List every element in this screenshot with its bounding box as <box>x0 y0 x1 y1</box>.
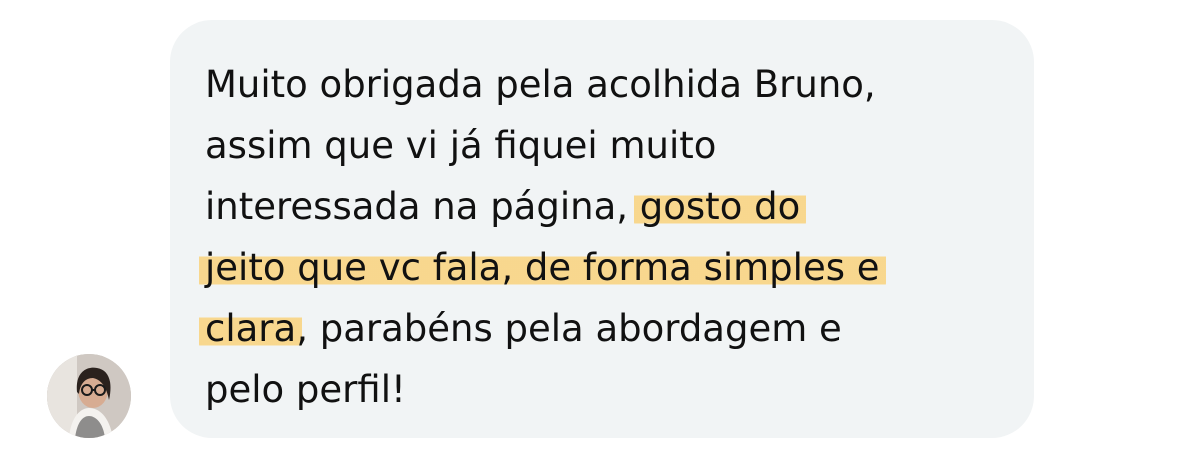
highlighted-text: clara <box>199 307 303 350</box>
message-line: Muito obrigada pela acolhida Bruno, <box>205 63 876 106</box>
message-text: Muito obrigada pela acolhida Bruno, assi… <box>199 54 1025 420</box>
message-line: jeito que vc fala, de forma simples e <box>199 237 1025 298</box>
message-text-segment: , parabéns pela abordagem e <box>296 307 842 350</box>
message-line: assim que vi já fiquei muito <box>205 124 717 167</box>
message-line: interessada na página, gosto do <box>205 176 1025 237</box>
message-line: pelo perfil! <box>205 368 406 411</box>
highlighted-text: jeito que vc fala, de forma simples e <box>199 246 886 289</box>
sender-avatar[interactable] <box>47 354 131 438</box>
message-bubble[interactable]: Muito obrigada pela acolhida Bruno, assi… <box>170 20 1034 438</box>
message-thread: Muito obrigada pela acolhida Bruno, assi… <box>0 0 1179 468</box>
highlighted-text: gosto do <box>633 185 807 228</box>
message-text-segment: interessada na página, <box>205 185 640 228</box>
message-line: clara, parabéns pela abordagem e <box>199 298 1025 359</box>
avatar-photo-icon <box>47 354 131 438</box>
